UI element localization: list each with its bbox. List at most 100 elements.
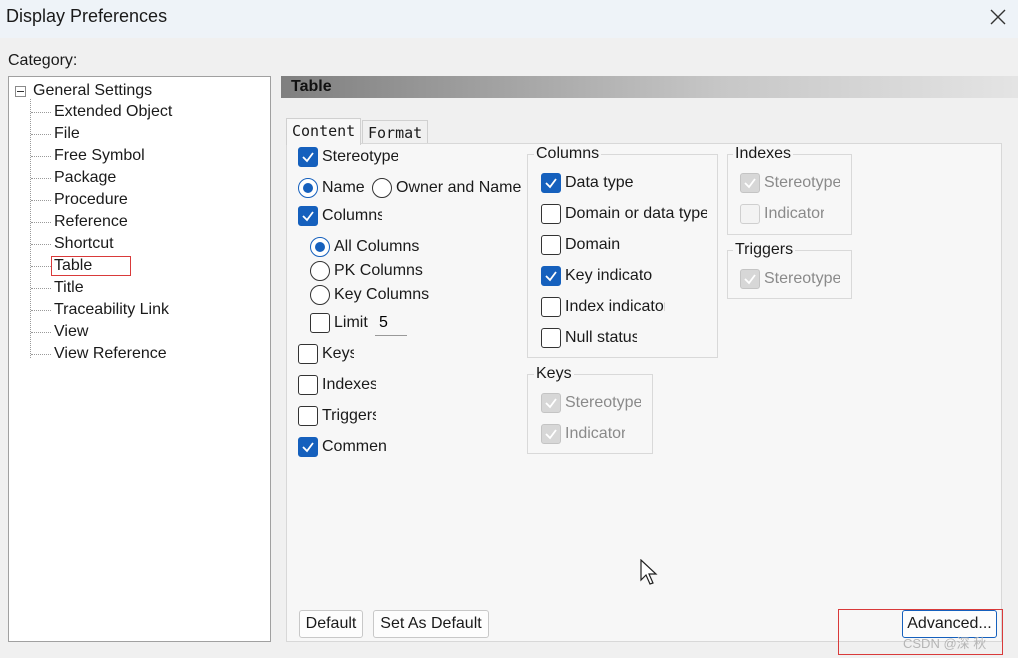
- radio-selected-icon: [298, 178, 318, 198]
- checkbox-checked-icon: [298, 206, 318, 226]
- checkbox-checked-icon: [541, 266, 561, 286]
- keys-label: Keys: [322, 345, 354, 362]
- limit-input[interactable]: [375, 310, 407, 336]
- window-title: Display Preferences: [6, 6, 168, 26]
- data-type-label: Data type: [565, 174, 634, 191]
- checkbox-unchecked-icon: [541, 328, 561, 348]
- all-columns-label: All Columns: [334, 238, 420, 255]
- tab-format[interactable]: Format: [362, 120, 429, 144]
- tree-item-label: Reference: [54, 213, 128, 230]
- keys-stereotype-label: Stereotype: [565, 394, 641, 411]
- radio-unselected-icon: [310, 285, 330, 305]
- indexes-stereotype-label: Stereotype: [764, 174, 840, 191]
- null-status-label: Null status: [565, 329, 637, 346]
- collapse-icon[interactable]: [15, 85, 26, 97]
- tree-item-label: Shortcut: [54, 235, 114, 252]
- indexes-indicator-checkbox: Indicator: [740, 203, 824, 225]
- tree-item-label: Package: [54, 169, 117, 186]
- keys-checkbox[interactable]: Keys: [298, 343, 354, 365]
- triggers-group-title: Triggers: [733, 241, 796, 259]
- columns-checkbox[interactable]: Columns: [298, 205, 382, 227]
- keys-stereotype-checkbox: Stereotype: [541, 392, 641, 414]
- checkbox-unchecked-icon: [298, 375, 318, 395]
- tree-item-label: Procedure: [54, 191, 128, 208]
- domain-checkbox[interactable]: Domain: [541, 234, 707, 256]
- checkbox-checked-icon: [541, 173, 561, 193]
- all-columns-radio[interactable]: All Columns: [310, 236, 419, 258]
- tree-item-label: Free Symbol: [54, 147, 145, 164]
- tree-item-label: Extended Object: [54, 103, 173, 120]
- checkbox-unchecked-icon: [310, 313, 330, 333]
- tab-content[interactable]: Content: [286, 118, 362, 145]
- owner-and-name-label: Owner and Name: [396, 179, 522, 196]
- indexes-indicator-label: Indicator: [764, 205, 824, 222]
- stereotype-checkbox[interactable]: Stereotype: [298, 146, 398, 168]
- key-columns-radio[interactable]: Key Columns: [310, 284, 429, 306]
- data-type-checkbox[interactable]: Data type: [541, 172, 707, 194]
- checkbox-disabled-unchecked-icon: [740, 204, 760, 224]
- pk-columns-radio[interactable]: PK Columns: [310, 260, 423, 282]
- tree-item-procedure[interactable]: Procedure: [31, 189, 128, 211]
- tree-item-file[interactable]: File: [31, 123, 80, 145]
- panel-header: Table: [281, 76, 1018, 98]
- indexes-label: Indexes: [322, 376, 376, 393]
- tree-item-title[interactable]: Title: [31, 277, 84, 299]
- tree-item-reference[interactable]: Reference: [31, 211, 128, 233]
- checkbox-unchecked-icon: [298, 406, 318, 426]
- index-indicator-label: Index indicator: [565, 298, 665, 315]
- checkbox-checked-icon: [298, 437, 318, 457]
- index-indicator-checkbox[interactable]: Index indicator: [541, 296, 665, 318]
- triggers-label: Triggers: [322, 407, 376, 424]
- tree-item-traceability-link[interactable]: Traceability Link: [31, 299, 169, 321]
- checkbox-disabled-checked-icon: [541, 393, 561, 413]
- checkbox-unchecked-icon: [541, 235, 561, 255]
- limit-checkbox[interactable]: Limit: [310, 312, 368, 334]
- category-label: Category:: [8, 52, 78, 69]
- checkbox-checked-icon: [298, 147, 318, 167]
- category-tree[interactable]: General Settings Extended Object File Fr…: [8, 76, 271, 642]
- tree-item-table[interactable]: Table: [31, 255, 132, 277]
- null-status-checkbox[interactable]: Null status: [541, 327, 637, 349]
- tree-item-free-symbol[interactable]: Free Symbol: [31, 145, 145, 167]
- tree-root-label: General Settings: [33, 82, 153, 99]
- key-indicator-label: Key indicator: [565, 267, 653, 284]
- columns-label: Columns: [322, 207, 382, 224]
- tree-item-label: Table: [50, 256, 132, 276]
- checkbox-disabled-checked-icon: [541, 424, 561, 444]
- name-radio[interactable]: Name: [298, 177, 365, 199]
- tree-item-view-reference[interactable]: View Reference: [31, 343, 167, 365]
- tree-item-view[interactable]: View: [31, 321, 88, 343]
- watermark: CSDN @深 秋: [903, 636, 987, 651]
- indexes-group-title: Indexes: [733, 145, 794, 163]
- checkbox-unchecked-icon: [541, 297, 561, 317]
- triggers-checkbox[interactable]: Triggers: [298, 405, 376, 427]
- panel-header-title: Table: [291, 78, 332, 95]
- tree-item-label: File: [54, 125, 80, 142]
- stereotype-label: Stereotype: [322, 148, 398, 165]
- mouse-cursor-icon: [640, 559, 658, 585]
- key-columns-label: Key Columns: [334, 286, 430, 303]
- comment-checkbox[interactable]: Comment: [298, 436, 386, 458]
- indexes-checkbox[interactable]: Indexes: [298, 374, 376, 396]
- name-radio-label: Name: [322, 179, 365, 196]
- radio-unselected-icon: [310, 261, 330, 281]
- tree-item-shortcut[interactable]: Shortcut: [31, 233, 114, 255]
- columns-group-title: Columns: [534, 145, 602, 163]
- title-bar: Display Preferences: [0, 0, 1018, 38]
- checkbox-unchecked-icon: [541, 204, 561, 224]
- tree-item-extended-object[interactable]: Extended Object: [31, 101, 172, 123]
- tree-item-package[interactable]: Package: [31, 167, 116, 189]
- default-button[interactable]: Default: [299, 610, 363, 638]
- triggers-stereotype-label: Stereotype: [764, 270, 840, 287]
- triggers-stereotype-checkbox: Stereotype: [740, 268, 840, 290]
- close-icon[interactable]: [978, 0, 1018, 34]
- tree-root-general-settings[interactable]: General Settings: [15, 81, 152, 101]
- radio-selected-icon: [310, 237, 330, 257]
- owner-and-name-radio[interactable]: Owner and Name: [372, 177, 521, 199]
- keys-indicator-checkbox: Indicator: [541, 423, 625, 445]
- domain-or-data-type-checkbox[interactable]: Domain or data type: [541, 203, 707, 225]
- checkbox-disabled-checked-icon: [740, 173, 760, 193]
- set-as-default-button[interactable]: Set As Default: [373, 610, 489, 638]
- key-indicator-checkbox[interactable]: Key indicator: [541, 265, 653, 287]
- indexes-stereotype-checkbox: Stereotype: [740, 172, 840, 194]
